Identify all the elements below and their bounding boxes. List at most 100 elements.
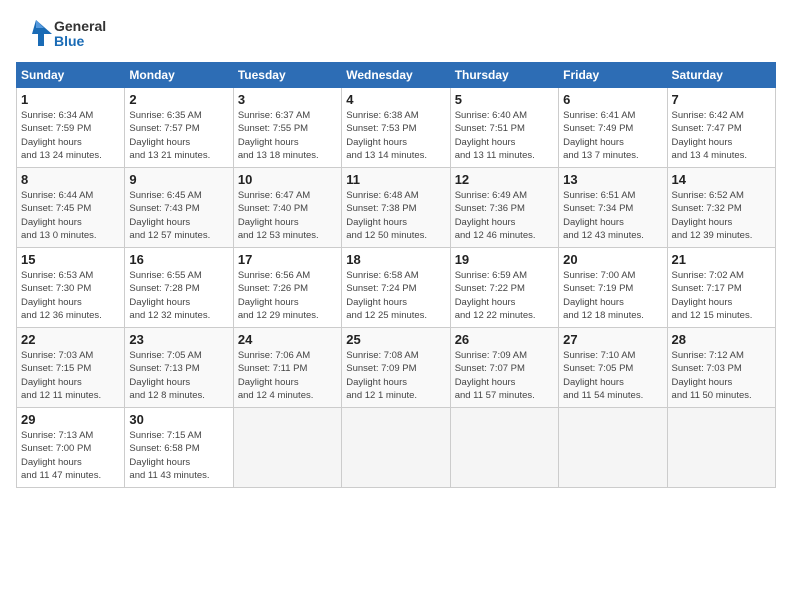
day-cell-16: 16 Sunrise: 6:55 AMSunset: 7:28 PMDayligh… — [125, 248, 233, 328]
empty-cell — [342, 408, 450, 488]
day-info: Sunrise: 6:56 AMSunset: 7:26 PMDaylight … — [238, 269, 337, 322]
col-monday: Monday — [125, 63, 233, 88]
day-number: 11 — [346, 172, 445, 187]
day-number: 4 — [346, 92, 445, 107]
col-thursday: Thursday — [450, 63, 558, 88]
col-friday: Friday — [559, 63, 667, 88]
day-number: 9 — [129, 172, 228, 187]
col-tuesday: Tuesday — [233, 63, 341, 88]
day-cell-5: 5Sunrise: 6:40 AMSunset: 7:51 PMDaylight… — [450, 88, 558, 168]
day-info: Sunrise: 7:02 AMSunset: 7:17 PMDaylight … — [672, 269, 771, 322]
day-info: Sunrise: 6:42 AMSunset: 7:47 PMDaylight … — [672, 109, 771, 162]
day-number: 10 — [238, 172, 337, 187]
day-cell-24: 24 Sunrise: 7:06 AMSunset: 7:11 PMDayligh… — [233, 328, 341, 408]
day-info: Sunrise: 7:15 AMSunset: 6:58 PMDaylight … — [129, 429, 228, 482]
col-saturday: Saturday — [667, 63, 775, 88]
day-number: 22 — [21, 332, 120, 347]
day-cell-18: 18 Sunrise: 6:58 AMSunset: 7:24 PMDayligh… — [342, 248, 450, 328]
day-number: 13 — [563, 172, 662, 187]
day-cell-9: 9 Sunrise: 6:45 AMSunset: 7:43 PMDaylight… — [125, 168, 233, 248]
day-cell-27: 27 Sunrise: 7:10 AMSunset: 7:05 PMDayligh… — [559, 328, 667, 408]
logo-general-text: General — [54, 19, 106, 34]
day-cell-20: 20Sunrise: 7:00 AMSunset: 7:19 PMDayligh… — [559, 248, 667, 328]
day-info: Sunrise: 6:47 AMSunset: 7:40 PMDaylight … — [238, 189, 337, 242]
empty-cell — [667, 408, 775, 488]
logo-bird-icon — [16, 16, 52, 52]
day-info: Sunrise: 6:44 AMSunset: 7:45 PMDaylight … — [21, 189, 120, 242]
day-info: Sunrise: 7:08 AMSunset: 7:09 PMDaylight … — [346, 349, 445, 402]
day-cell-2: 2 Sunrise: 6:35 AMSunset: 7:57 PMDaylight… — [125, 88, 233, 168]
day-info: Sunrise: 7:10 AMSunset: 7:05 PMDaylight … — [563, 349, 662, 402]
day-cell-21: 21 Sunrise: 7:02 AMSunset: 7:17 PMDayligh… — [667, 248, 775, 328]
day-number: 18 — [346, 252, 445, 267]
day-info: Sunrise: 7:06 AMSunset: 7:11 PMDaylight … — [238, 349, 337, 402]
week-row-5: 29 Sunrise: 7:13 AMSunset: 7:00 PMDayligh… — [17, 408, 776, 488]
day-info: Sunrise: 7:09 AMSunset: 7:07 PMDaylight … — [455, 349, 554, 402]
week-row-4: 22 Sunrise: 7:03 AMSunset: 7:15 PMDayligh… — [17, 328, 776, 408]
day-info: Sunrise: 7:13 AMSunset: 7:00 PMDaylight … — [21, 429, 120, 482]
day-cell-12: 12Sunrise: 6:49 AMSunset: 7:36 PMDayligh… — [450, 168, 558, 248]
day-info: Sunrise: 6:40 AMSunset: 7:51 PMDaylight … — [455, 109, 554, 162]
day-number: 25 — [346, 332, 445, 347]
day-info: Sunrise: 6:51 AMSunset: 7:34 PMDaylight … — [563, 189, 662, 242]
day-cell-22: 22 Sunrise: 7:03 AMSunset: 7:15 PMDayligh… — [17, 328, 125, 408]
day-cell-23: 23 Sunrise: 7:05 AMSunset: 7:13 PMDayligh… — [125, 328, 233, 408]
day-cell-25: 25 Sunrise: 7:08 AMSunset: 7:09 PMDayligh… — [342, 328, 450, 408]
week-row-1: 1Sunrise: 6:34 AMSunset: 7:59 PMDaylight… — [17, 88, 776, 168]
day-number: 26 — [455, 332, 554, 347]
day-info: Sunrise: 6:49 AMSunset: 7:36 PMDaylight … — [455, 189, 554, 242]
day-cell-8: 8 Sunrise: 6:44 AMSunset: 7:45 PMDaylight… — [17, 168, 125, 248]
day-number: 29 — [21, 412, 120, 427]
day-cell-30: 30 Sunrise: 7:15 AMSunset: 6:58 PMDayligh… — [125, 408, 233, 488]
day-number: 23 — [129, 332, 228, 347]
day-cell-10: 10 Sunrise: 6:47 AMSunset: 7:40 PMDayligh… — [233, 168, 341, 248]
day-number: 27 — [563, 332, 662, 347]
day-number: 20 — [563, 252, 662, 267]
day-info: Sunrise: 6:35 AMSunset: 7:57 PMDaylight … — [129, 109, 228, 162]
day-cell-13: 13 Sunrise: 6:51 AMSunset: 7:34 PMDayligh… — [559, 168, 667, 248]
empty-cell — [233, 408, 341, 488]
day-info: Sunrise: 7:05 AMSunset: 7:13 PMDaylight … — [129, 349, 228, 402]
empty-cell — [450, 408, 558, 488]
week-row-2: 8 Sunrise: 6:44 AMSunset: 7:45 PMDaylight… — [17, 168, 776, 248]
day-number: 6 — [563, 92, 662, 107]
header: General Blue — [16, 16, 776, 52]
day-cell-7: 7 Sunrise: 6:42 AMSunset: 7:47 PMDaylight… — [667, 88, 775, 168]
day-number: 7 — [672, 92, 771, 107]
week-row-3: 15 Sunrise: 6:53 AMSunset: 7:30 PMDayligh… — [17, 248, 776, 328]
day-info: Sunrise: 6:45 AMSunset: 7:43 PMDaylight … — [129, 189, 228, 242]
day-number: 24 — [238, 332, 337, 347]
day-number: 16 — [129, 252, 228, 267]
day-cell-28: 28 Sunrise: 7:12 AMSunset: 7:03 PMDayligh… — [667, 328, 775, 408]
day-info: Sunrise: 6:37 AMSunset: 7:55 PMDaylight … — [238, 109, 337, 162]
day-number: 3 — [238, 92, 337, 107]
day-info: Sunrise: 6:38 AMSunset: 7:53 PMDaylight … — [346, 109, 445, 162]
day-number: 19 — [455, 252, 554, 267]
day-number: 2 — [129, 92, 228, 107]
day-info: Sunrise: 6:48 AMSunset: 7:38 PMDaylight … — [346, 189, 445, 242]
empty-cell — [559, 408, 667, 488]
day-info: Sunrise: 6:58 AMSunset: 7:24 PMDaylight … — [346, 269, 445, 322]
col-sunday: Sunday — [17, 63, 125, 88]
day-number: 28 — [672, 332, 771, 347]
day-cell-14: 14 Sunrise: 6:52 AMSunset: 7:32 PMDayligh… — [667, 168, 775, 248]
day-info: Sunrise: 7:03 AMSunset: 7:15 PMDaylight … — [21, 349, 120, 402]
day-number: 14 — [672, 172, 771, 187]
day-cell-4: 4 Sunrise: 6:38 AMSunset: 7:53 PMDaylight… — [342, 88, 450, 168]
logo-blue-text: Blue — [54, 34, 106, 49]
calendar-table: Sunday Monday Tuesday Wednesday Thursday… — [16, 62, 776, 488]
day-cell-17: 17Sunrise: 6:56 AMSunset: 7:26 PMDayligh… — [233, 248, 341, 328]
day-number: 15 — [21, 252, 120, 267]
day-info: Sunrise: 6:34 AMSunset: 7:59 PMDaylight … — [21, 109, 120, 162]
col-wednesday: Wednesday — [342, 63, 450, 88]
day-info: Sunrise: 6:53 AMSunset: 7:30 PMDaylight … — [21, 269, 120, 322]
day-number: 30 — [129, 412, 228, 427]
day-number: 21 — [672, 252, 771, 267]
day-number: 8 — [21, 172, 120, 187]
day-cell-29: 29 Sunrise: 7:13 AMSunset: 7:00 PMDayligh… — [17, 408, 125, 488]
day-info: Sunrise: 6:52 AMSunset: 7:32 PMDaylight … — [672, 189, 771, 242]
day-cell-6: 6Sunrise: 6:41 AMSunset: 7:49 PMDaylight… — [559, 88, 667, 168]
day-info: Sunrise: 7:12 AMSunset: 7:03 PMDaylight … — [672, 349, 771, 402]
day-cell-15: 15 Sunrise: 6:53 AMSunset: 7:30 PMDayligh… — [17, 248, 125, 328]
day-info: Sunrise: 6:55 AMSunset: 7:28 PMDaylight … — [129, 269, 228, 322]
